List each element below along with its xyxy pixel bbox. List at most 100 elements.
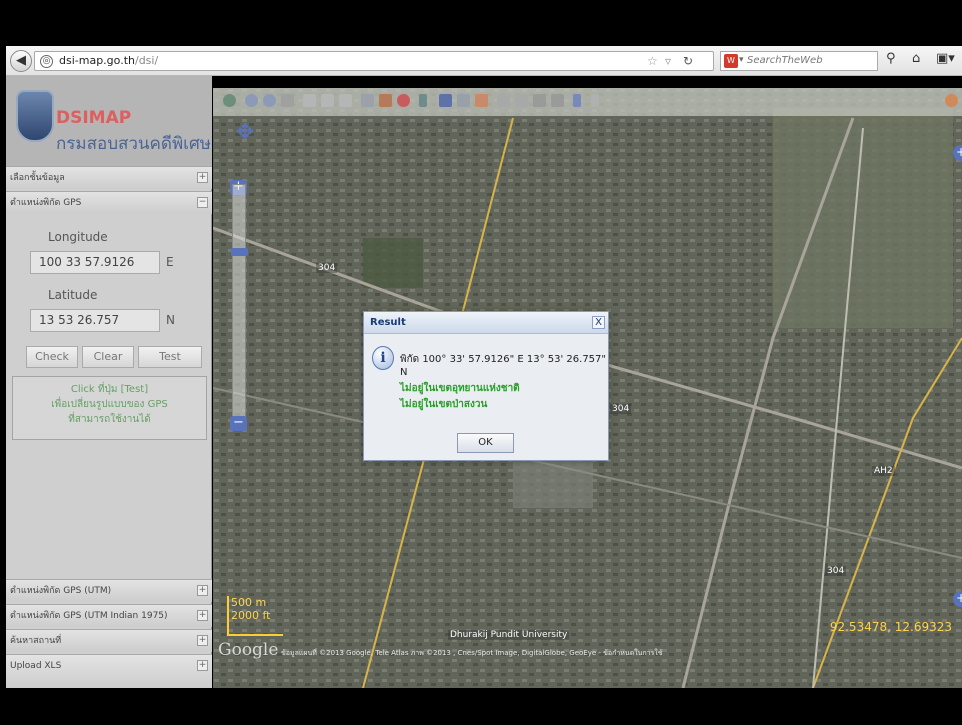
back-arrow-icon[interactable]: ◀ [10, 50, 32, 72]
expand-icon[interactable]: + [197, 660, 208, 671]
browser-toolbar: ◀ ◎ dsi-map.go.th/dsi/ ☆ ▿ ↻ W ▾ SearchT… [6, 46, 962, 76]
search-dropdown-icon[interactable]: ▾ [739, 55, 744, 65]
list-tool-icon[interactable] [533, 94, 546, 107]
test-button[interactable]: Test [138, 346, 202, 368]
map-toolbar [213, 88, 962, 116]
google-logo: Google [218, 640, 279, 660]
dialog-reserved-forest-status: ไม่อยู่ในเขตป่าสงวน [400, 399, 488, 410]
section-layers-label: เลือกชั้นข้อมูล [10, 173, 65, 183]
url-text: dsi-map.go.th/dsi/ [59, 54, 158, 67]
table-tool-icon[interactable] [515, 94, 528, 107]
sidebar: DSIMAP กรมสอบสวนคดีพิเศษ เลือกชั้นข้อมูล… [6, 76, 212, 688]
search-icon[interactable]: ⚲ [886, 51, 896, 66]
logo-area: DSIMAP กรมสอบสวนคดีพิเศษ [6, 76, 212, 166]
layers-tool-icon[interactable] [439, 94, 452, 107]
road-label-304: 304 [610, 404, 632, 414]
section-upload-xls[interactable]: Upload XLS + [6, 654, 212, 688]
map-scale: 500 m 2000 ft [227, 596, 283, 636]
full-extent-tool-icon[interactable] [339, 94, 352, 107]
search-placeholder: SearchTheWeb [747, 55, 823, 66]
map-attribution[interactable]: ข้อมูลแผนที่ ©2013 Google, Tele Atlas ภา… [281, 648, 663, 659]
zoom-out-icon[interactable]: − [230, 416, 247, 431]
expand-icon[interactable]: + [197, 635, 208, 646]
grid-tool-icon[interactable] [497, 94, 510, 107]
hint-line-1: Click ที่ปุ่ม [Test] [70, 384, 149, 395]
zoom-out-tool-icon[interactable] [263, 94, 276, 107]
expand-icon[interactable]: + [197, 610, 208, 621]
pan-control-icon[interactable]: ✥ [231, 120, 259, 170]
expand-overview-icon[interactable]: + [953, 591, 962, 607]
section-layers[interactable]: เลือกชั้นข้อมูล + [6, 166, 212, 189]
search-box[interactable]: W ▾ SearchTheWeb [720, 51, 878, 71]
attribute-tool-icon[interactable] [551, 94, 564, 107]
expand-map-icon[interactable]: + [953, 145, 962, 161]
next-view-icon[interactable] [591, 94, 599, 107]
hint-line-3: ที่สามารถใช้งานได้ [68, 414, 151, 425]
dialog-coordinates: พิกัด 100° 33' 57.9126" E 13° 53' 26.757… [400, 354, 607, 378]
reload-icon[interactable]: ↻ [683, 54, 693, 68]
section-gps[interactable]: ตำแหน่งพิกัด GPS − [6, 191, 212, 214]
zoom-box-tool-icon[interactable] [303, 94, 316, 107]
globe-icon: ◎ [40, 55, 53, 68]
logo-title: DSIMAP [56, 108, 132, 128]
marker-tool-icon[interactable] [419, 94, 427, 107]
home-icon[interactable]: ⌂ [912, 51, 920, 66]
section-gps-utm-indian[interactable]: ตำแหน่งพิกัด GPS (UTM Indian 1975) + [6, 604, 212, 627]
section-upload-xls-label: Upload XLS [10, 661, 62, 671]
road-label-304: 304 [825, 566, 847, 576]
identify-tool-icon[interactable] [379, 94, 392, 107]
check-button[interactable]: Check [26, 346, 78, 368]
globe-tool-icon[interactable] [223, 94, 236, 107]
clear-tool-icon[interactable] [397, 94, 410, 107]
close-icon[interactable]: X [592, 316, 605, 329]
longitude-label: Longitude [48, 230, 108, 244]
dropdown-icon[interactable]: ▿ [665, 54, 671, 68]
mouse-coordinates: 92.53478, 12.69323 [829, 620, 952, 634]
section-gps-label: ตำแหน่งพิกัด GPS [10, 198, 82, 208]
zoom-extent-tool-icon[interactable] [321, 94, 334, 107]
menu-icon[interactable]: ▣▾ [936, 51, 955, 66]
url-host: dsi-map.go.th [59, 54, 135, 67]
search-engine-icon[interactable]: W [724, 54, 738, 68]
pan-tool-icon[interactable] [281, 94, 294, 107]
scale-feet: 2000 ft [231, 609, 271, 622]
logo-subtitle: กรมสอบสวนคดีพิเศษ [56, 134, 211, 154]
expand-icon[interactable]: + [197, 585, 208, 596]
dialog-header[interactable]: Result X [364, 312, 608, 334]
section-gps-utm-indian-label: ตำแหน่งพิกัด GPS (UTM Indian 1975) [10, 611, 168, 621]
section-search-place-label: ค้นหาสถานที่ [10, 636, 62, 646]
info-icon: i [372, 346, 394, 370]
section-gps-utm-label: ตำแหน่งพิกัด GPS (UTM) [10, 586, 112, 596]
hint-line-2: เพื่อเปลี่ยนรูปแบบของ GPS [51, 399, 168, 410]
dialog-national-park-status: ไม่อยู่ในเขตอุทยานแห่งชาติ [400, 383, 520, 394]
result-dialog: Result X i พิกัด 100° 33' 57.9126" E 13°… [363, 311, 609, 461]
previous-view-icon[interactable] [573, 94, 581, 107]
zoom-slider[interactable] [232, 184, 246, 424]
zoom-in-tool-icon[interactable] [245, 94, 258, 107]
scale-meters: 500 m [231, 596, 267, 609]
help-tool-icon[interactable] [945, 94, 958, 107]
ok-button[interactable]: OK [457, 433, 514, 453]
chart-tool-icon[interactable] [475, 94, 488, 107]
longitude-input[interactable]: 100 33 57.9126 [30, 251, 160, 274]
clear-button[interactable]: Clear [82, 346, 134, 368]
measure-tool-icon[interactable] [361, 94, 374, 107]
latitude-input[interactable]: 13 53 26.757 [30, 309, 160, 332]
road-label-ah2: AH2 [872, 466, 895, 476]
expand-icon[interactable]: + [197, 172, 208, 183]
section-gps-utm[interactable]: ตำแหน่งพิกัด GPS (UTM) + [6, 579, 212, 602]
section-search-place[interactable]: ค้นหาสถานที่ + [6, 629, 212, 652]
collapse-icon[interactable]: − [197, 197, 208, 208]
screen: ◀ ◎ dsi-map.go.th/dsi/ ☆ ▿ ↻ W ▾ SearchT… [0, 0, 962, 725]
latitude-label: Latitude [48, 288, 98, 302]
dialog-title: Result [370, 317, 406, 328]
address-bar[interactable]: ◎ dsi-map.go.th/dsi/ ☆ ▿ ↻ [34, 51, 714, 71]
zoom-slider-handle[interactable] [231, 248, 248, 256]
url-path: /dsi/ [134, 54, 159, 67]
dsi-seal-logo [16, 90, 54, 142]
gps-hint-box: Click ที่ปุ่ม [Test] เพื่อเปลี่ยนรูปแบบข… [12, 376, 207, 440]
bookmark-star-icon[interactable]: ☆ [647, 54, 658, 68]
road-label-304: 304 [316, 263, 338, 273]
dhurakij-label: Dhurakij Pundit University [448, 630, 570, 640]
print-tool-icon[interactable] [457, 94, 470, 107]
